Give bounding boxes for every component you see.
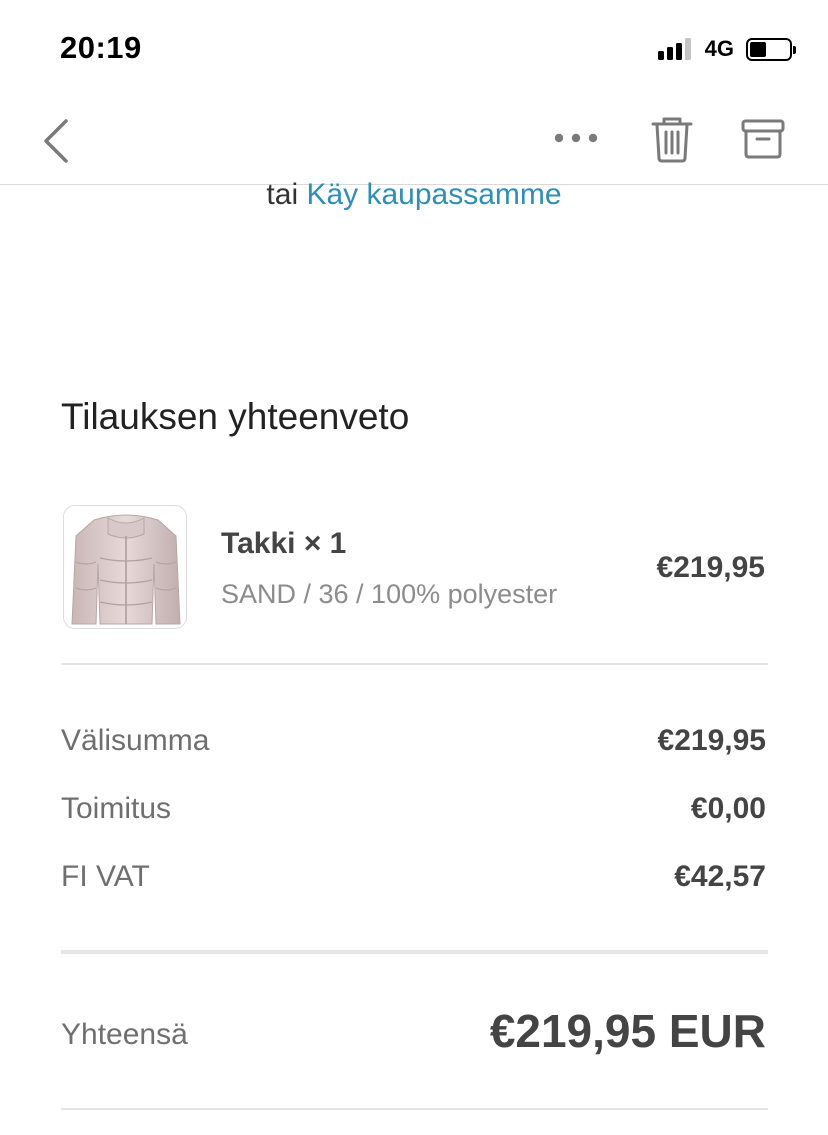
summary-label: Toimitus [61,792,172,825]
shop-line: tai Käy kaupassamme [0,178,828,212]
delete-button[interactable] [650,116,694,169]
summary-row-vat: FI VAT €42,57 [61,860,768,900]
summary-row-subtotal: Välisumma €219,95 [61,724,768,764]
order-item: Takki × 1 SAND / 36 / 100% polyester €21… [61,503,769,631]
divider [61,950,768,954]
summary-value: €219,95 [657,724,766,757]
divider [61,1108,768,1110]
more-icon [554,133,598,143]
total-value: €219,95 EUR [489,1005,766,1057]
archive-icon [741,119,785,159]
total-label: Yhteensä [61,1018,188,1051]
shop-prefix: tai [266,178,299,211]
summary-value: €42,57 [674,860,766,893]
order-summary-title: Tilauksen yhteenveto [61,396,410,437]
battery-icon [746,37,796,61]
visit-store-link[interactable]: Käy kaupassamme [306,178,561,211]
status-indicators: 4G [657,36,796,62]
divider [61,663,768,665]
more-button[interactable] [552,126,600,155]
status-bar: 20:19 4G [0,0,828,96]
trash-icon [651,117,693,163]
item-price: €219,95 [656,551,765,584]
network-type: 4G [704,36,734,61]
cellular-signal-icon [657,38,691,60]
summary-row-shipping: Toimitus €0,00 [61,792,768,832]
mail-toolbar [0,96,828,185]
summary-value: €0,00 [690,792,766,825]
item-variant: SAND / 36 / 100% polyester [221,579,558,609]
chevron-left-icon [44,119,68,163]
back-button[interactable] [38,118,74,169]
product-image [63,505,187,629]
summary-label: FI VAT [61,860,150,893]
summary-label: Välisumma [61,724,210,757]
item-name: Takki × 1 [221,527,347,560]
status-time: 20:19 [60,30,142,65]
total-row: Yhteensä €219,95 EUR [61,1004,768,1064]
archive-button[interactable] [740,118,786,165]
jacket-image [64,506,186,628]
